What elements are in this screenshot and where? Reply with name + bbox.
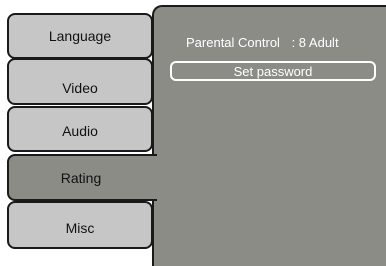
tab-misc[interactable]: Misc — [7, 201, 153, 249]
parental-control-label: Parental Control — [186, 35, 280, 50]
tab-audio-label: Audio — [62, 123, 98, 139]
set-password-label: Set password — [233, 63, 313, 79]
tab-misc-label: Misc — [65, 220, 95, 236]
tab-audio[interactable]: Audio — [7, 106, 153, 152]
tab-language[interactable]: Language — [7, 13, 153, 59]
parental-control-row[interactable]: Parental Control : 8 Adult — [186, 35, 339, 50]
tab-video-label: Video — [62, 79, 98, 96]
tab-language-label: Language — [48, 28, 112, 44]
tab-rating-label: Rating — [60, 169, 102, 186]
rating-settings-panel: Parental Control : 8 Adult Set password — [152, 5, 386, 266]
setup-menu: Parental Control : 8 Adult Set password … — [0, 0, 386, 266]
tab-rating[interactable]: Rating — [7, 154, 157, 201]
set-password-button[interactable]: Set password — [170, 61, 376, 81]
parental-control-value: : 8 Adult — [291, 35, 339, 50]
tab-video[interactable]: Video — [7, 58, 153, 105]
